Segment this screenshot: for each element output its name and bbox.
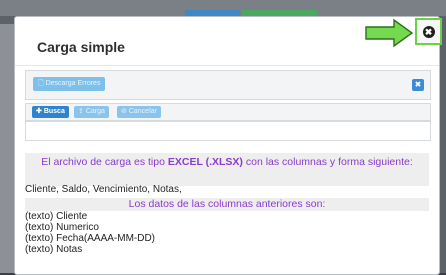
download-panel: 🗋 Descarga Errores ✖ — [25, 70, 431, 100]
green-arrow-icon — [365, 18, 414, 48]
upload-label: Carga — [85, 108, 105, 115]
columns-line: Cliente, Saldo, Vencimiento, Notas, — [25, 184, 182, 195]
format-description: El archivo de carga es tipo EXCEL (.XLSX… — [25, 153, 429, 186]
file-type: EXCEL (.XLSX) — [167, 156, 243, 168]
background-sidebar — [0, 24, 14, 273]
intro-text: El archivo de carga es tipo — [41, 156, 168, 168]
modal-title: Carga simple — [37, 39, 125, 55]
dismiss-button[interactable]: ✖ — [412, 79, 424, 91]
upload-button[interactable]: ⇪ Carga — [74, 106, 109, 118]
data-types-header: Los datos de las columnas anteriores son… — [25, 198, 429, 211]
data-types-list: (texto) Cliente (texto) Numerico (texto)… — [25, 211, 429, 255]
cancel-button[interactable]: ⊘ Cancelar — [117, 106, 161, 118]
list-item: (texto) Numerico — [25, 222, 99, 233]
list-item: (texto) Notas — [25, 244, 83, 255]
cancel-label: Cancelar — [128, 108, 157, 115]
ban-icon: ⊘ — [121, 108, 127, 115]
intro-text-end: con las columnas y forma siguiente: — [242, 156, 413, 168]
list-item: (texto) Fecha(AAAA-MM-DD) — [25, 233, 156, 244]
action-panel: ✚ Busca ⇪ Carga ⊘ Cancelar — [25, 103, 431, 121]
download-errors-button[interactable]: 🗋 Descarga Errores — [33, 77, 106, 91]
download-errors-label: Descarga Errores — [45, 80, 101, 87]
plus-icon: ✚ — [36, 108, 42, 115]
file-icon: 🗋 — [38, 80, 44, 87]
format-info: El archivo de carga es tipo EXCEL (.XLSX… — [25, 153, 439, 274]
upload-icon: ⇪ — [78, 108, 84, 115]
file-area[interactable] — [25, 121, 431, 141]
times-icon: ✖ — [414, 80, 422, 89]
search-label: Busca — [43, 108, 65, 115]
close-circle-icon: ✖ — [422, 25, 435, 38]
list-item: (texto) Cliente — [25, 211, 88, 222]
close-button[interactable]: ✖ — [415, 18, 442, 45]
carga-simple-modal: Carga simple 🗋 Descarga Errores ✖ ✚ Busc… — [14, 16, 440, 275]
search-button[interactable]: ✚ Busca — [32, 106, 69, 118]
